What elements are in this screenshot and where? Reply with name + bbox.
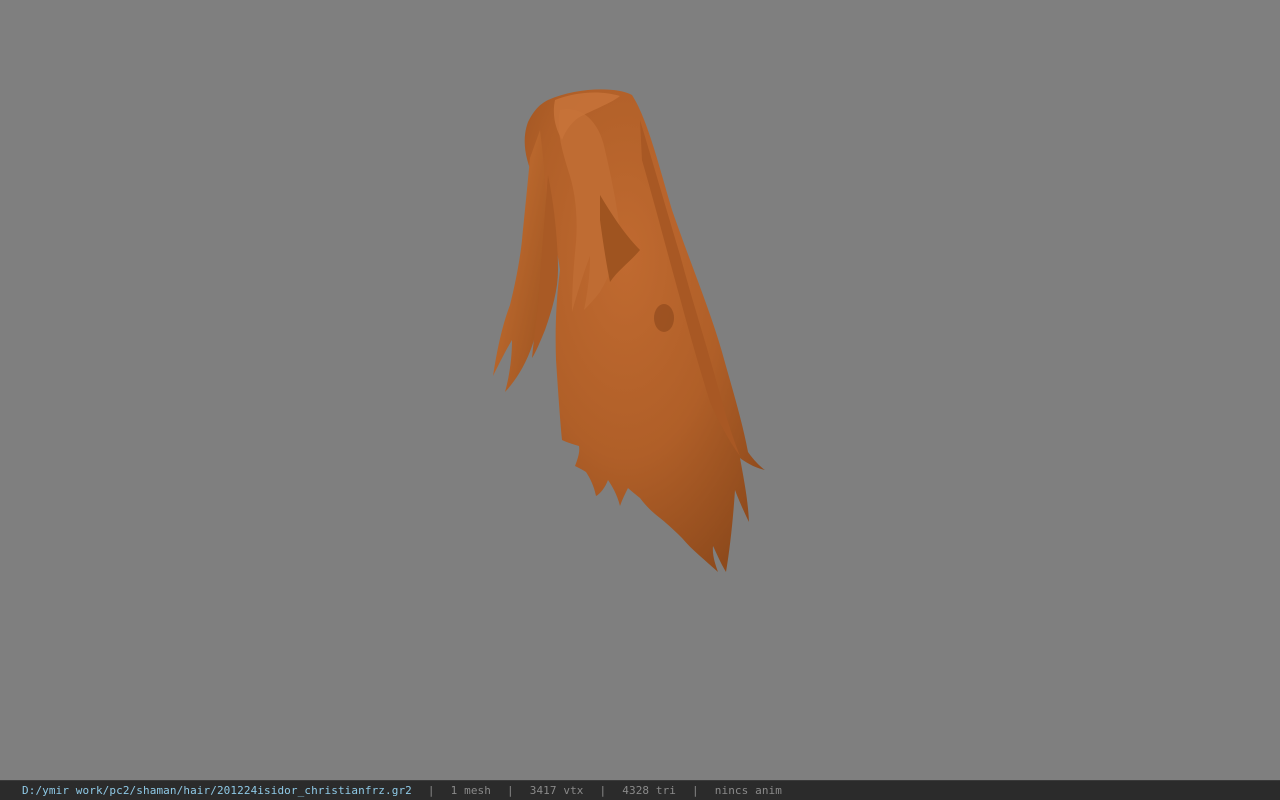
- status-separator: |: [507, 784, 514, 797]
- file-path-label: D:/ymir work/pc2/shaman/hair/201224isido…: [22, 784, 412, 797]
- status-separator: |: [427, 784, 435, 797]
- status-separator: |: [692, 784, 699, 797]
- hair-model[interactable]: [0, 0, 1280, 780]
- mesh-count-label: 1 mesh: [450, 784, 491, 797]
- hair-shadow-patch: [654, 304, 674, 332]
- hair-left-strand: [493, 130, 548, 392]
- vertex-count-label: 3417 vtx: [529, 784, 584, 797]
- 3d-viewport[interactable]: [0, 0, 1280, 780]
- status-bar: D:/ymir work/pc2/shaman/hair/201224isido…: [0, 780, 1280, 800]
- status-separator: |: [599, 784, 607, 797]
- animation-status-label: nincs anim: [714, 784, 782, 797]
- triangle-count-label: 4328 tri: [622, 784, 677, 797]
